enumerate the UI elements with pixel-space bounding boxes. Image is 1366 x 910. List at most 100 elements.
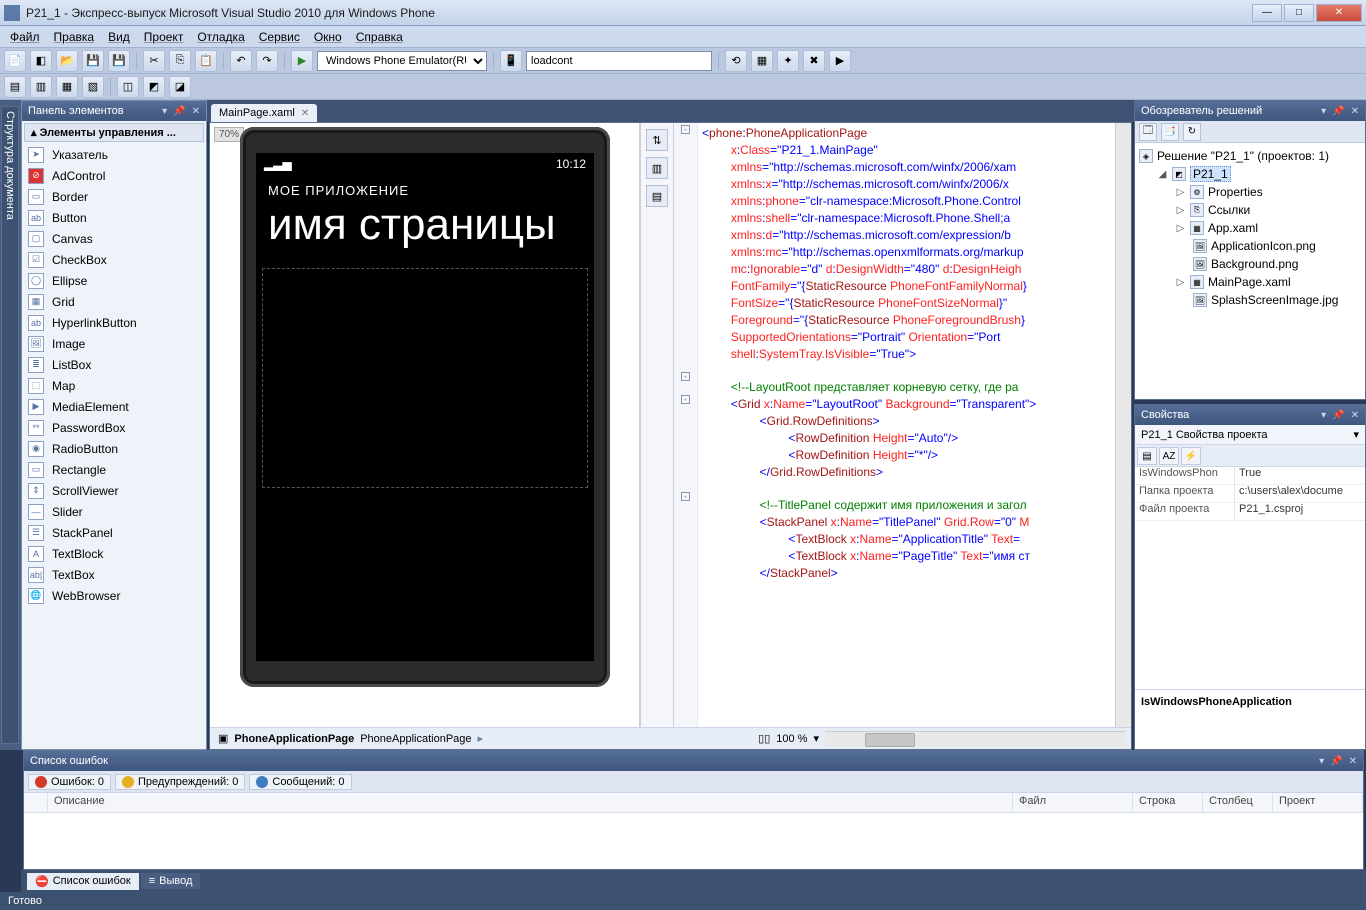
expand-toggle[interactable]: ▷	[1175, 223, 1186, 234]
tab-mainpage[interactable]: MainPage.xaml ✕	[211, 104, 317, 122]
categorized-button[interactable]: ▤	[1137, 447, 1157, 465]
save-all-button[interactable]: 💾	[108, 50, 130, 72]
properties-button[interactable]: 🗔	[1139, 123, 1157, 141]
collapse-toggle[interactable]: -	[681, 395, 690, 404]
toolbox-item-passwordbox[interactable]: **PasswordBox	[22, 417, 206, 438]
redo-button[interactable]: ↷	[256, 50, 278, 72]
add-item-button[interactable]: ◧	[30, 50, 52, 72]
tree-references-node[interactable]: ▷⎘Ссылки	[1139, 201, 1361, 219]
menu-help[interactable]: Справка	[350, 28, 409, 46]
toolbox-item-pointer[interactable]: ➤Указатель	[22, 144, 206, 165]
col-line[interactable]: Строка	[1133, 793, 1203, 812]
toolbox-item-slider[interactable]: —Slider	[22, 501, 206, 522]
col-project[interactable]: Проект	[1273, 793, 1363, 812]
expand-toggle[interactable]: ▷	[1175, 187, 1186, 198]
start-debug-button[interactable]: ▶	[291, 50, 313, 72]
pin-icon[interactable]: 📌	[173, 106, 185, 117]
menu-view[interactable]: Вид	[102, 28, 136, 46]
tool-button[interactable]: ✦	[777, 50, 799, 72]
cut-button[interactable]: ✂	[143, 50, 165, 72]
tree-file-node[interactable]: 🖼SplashScreenImage.jpg	[1139, 291, 1361, 309]
close-icon[interactable]: ✕	[1349, 756, 1357, 767]
paste-button[interactable]: 📋	[195, 50, 217, 72]
show-all-button[interactable]: 📑	[1161, 123, 1179, 141]
toolbox-item-canvas[interactable]: ▢Canvas	[22, 228, 206, 249]
pin-icon[interactable]: 📌	[1332, 106, 1344, 117]
tool-button[interactable]: ⟲	[725, 50, 747, 72]
toolbox-item-adcontrol[interactable]: ⊘AdControl	[22, 165, 206, 186]
align-button[interactable]: ▧	[82, 76, 104, 98]
toolbox-item-map[interactable]: ⬚Map	[22, 375, 206, 396]
designer-split-gutter[interactable]: ⇅ ▥ ▤	[640, 123, 674, 727]
menu-service[interactable]: Сервис	[253, 28, 306, 46]
expand-toggle[interactable]: ◢	[1157, 169, 1168, 180]
breadcrumb-item[interactable]: PhoneApplicationPage	[360, 733, 471, 745]
close-button[interactable]: ✕	[1316, 4, 1362, 22]
tree-properties-node[interactable]: ▷⚙Properties	[1139, 183, 1361, 201]
dropdown-icon[interactable]: ▾	[1319, 756, 1324, 767]
expand-toggle[interactable]: ▷	[1175, 205, 1186, 216]
tree-project-node[interactable]: ◢◩P21_1	[1139, 165, 1361, 183]
property-row[interactable]: Файл проектаP21_1.csproj	[1135, 503, 1365, 521]
editor-scrollbar-h[interactable]	[825, 731, 1125, 747]
toolbox-item-listbox[interactable]: ≣ListBox	[22, 354, 206, 375]
toolbox-item-mediaelement[interactable]: ▶MediaElement	[22, 396, 206, 417]
open-button[interactable]: 📂	[56, 50, 78, 72]
toolbox-item-scrollviewer[interactable]: ⇕ScrollViewer	[22, 480, 206, 501]
chevron-down-icon[interactable]: ▾	[813, 732, 819, 745]
pin-icon[interactable]: 📌	[1332, 410, 1344, 421]
tool-button[interactable]: ▶	[829, 50, 851, 72]
dropdown-icon[interactable]: ▾	[1321, 410, 1326, 421]
close-icon[interactable]: ✕	[1351, 106, 1359, 117]
split-collapse-icon[interactable]: ▯▯	[758, 732, 770, 745]
tree-file-node[interactable]: 🖼ApplicationIcon.png	[1139, 237, 1361, 255]
undo-button[interactable]: ↶	[230, 50, 252, 72]
swap-panes-icon[interactable]: ⇅	[646, 129, 668, 151]
close-icon[interactable]: ✕	[1351, 410, 1359, 421]
tool-button[interactable]: ▦	[751, 50, 773, 72]
target-dropdown[interactable]: Windows Phone Emulator(RU)	[317, 51, 487, 71]
code-text[interactable]: <phone:PhoneApplicationPage x:Class="P21…	[698, 123, 1115, 727]
xaml-breadcrumb[interactable]: ▣ PhoneApplicationPage PhoneApplicationP…	[210, 732, 491, 745]
menu-debug[interactable]: Отладка	[191, 28, 250, 46]
toolbox-item-ellipse[interactable]: ◯Ellipse	[22, 270, 206, 291]
toolbox-item-border[interactable]: ▭Border	[22, 186, 206, 207]
collapse-toggle[interactable]: -	[681, 125, 690, 134]
properties-object-dropdown[interactable]: P21_1 Свойства проекта▾	[1135, 425, 1365, 445]
pin-icon[interactable]: 📌	[1330, 756, 1342, 767]
code-scrollbar-v[interactable]	[1115, 123, 1131, 727]
properties-grid[interactable]: IsWindowsPhonTrue Папка проектаc:\users\…	[1135, 467, 1365, 689]
tree-file-node[interactable]: 🖼Background.png	[1139, 255, 1361, 273]
vertical-split-icon[interactable]: ▤	[646, 185, 668, 207]
collapse-toggle[interactable]: -	[681, 492, 690, 501]
col-file[interactable]: Файл	[1013, 793, 1133, 812]
tree-file-node[interactable]: ▷▦MainPage.xaml	[1139, 273, 1361, 291]
xaml-designer[interactable]: 70% ▂▃▅ 10:12 МОЕ ПРИЛОЖЕНИЕ имя страниц…	[210, 123, 640, 727]
toolbox-group-header[interactable]: ▴ Элементы управления ...	[24, 123, 204, 142]
deploy-button[interactable]: 📱	[500, 50, 522, 72]
errors-filter-button[interactable]: Ошибок: 0	[28, 774, 111, 790]
layout-button[interactable]: ◫	[117, 76, 139, 98]
dropdown-icon[interactable]: ▾	[162, 106, 167, 117]
menu-window[interactable]: Окно	[308, 28, 348, 46]
expand-toggle[interactable]: ▷	[1175, 277, 1186, 288]
toolbox-item-webbrowser[interactable]: 🌐WebBrowser	[22, 585, 206, 606]
align-button[interactable]: ▤	[4, 76, 26, 98]
tree-file-node[interactable]: ▷▦App.xaml	[1139, 219, 1361, 237]
copy-button[interactable]: ⎘	[169, 50, 191, 72]
warnings-filter-button[interactable]: Предупреждений: 0	[115, 774, 245, 790]
alphabetical-button[interactable]: AZ	[1159, 447, 1179, 465]
layout-button[interactable]: ◩	[143, 76, 165, 98]
col-description[interactable]: Описание	[48, 793, 1013, 812]
tab-error-list[interactable]: ⛔Список ошибок	[27, 873, 139, 890]
new-project-button[interactable]: 📄	[4, 50, 26, 72]
xaml-code-editor[interactable]: - - - - <phone:PhoneApplicationPage x:Cl…	[674, 123, 1115, 727]
toolbox-item-button[interactable]: abButton	[22, 207, 206, 228]
tab-output[interactable]: ≡Вывод	[141, 873, 201, 889]
tree-solution-node[interactable]: ◈Решение "P21_1" (проектов: 1)	[1139, 147, 1361, 165]
breadcrumb-item[interactable]: PhoneApplicationPage	[234, 733, 354, 745]
messages-filter-button[interactable]: Сообщений: 0	[249, 774, 351, 790]
solution-tree[interactable]: ◈Решение "P21_1" (проектов: 1) ◢◩P21_1 ▷…	[1135, 143, 1365, 399]
toolbox-item-textblock[interactable]: ATextBlock	[22, 543, 206, 564]
save-button[interactable]: 💾	[82, 50, 104, 72]
